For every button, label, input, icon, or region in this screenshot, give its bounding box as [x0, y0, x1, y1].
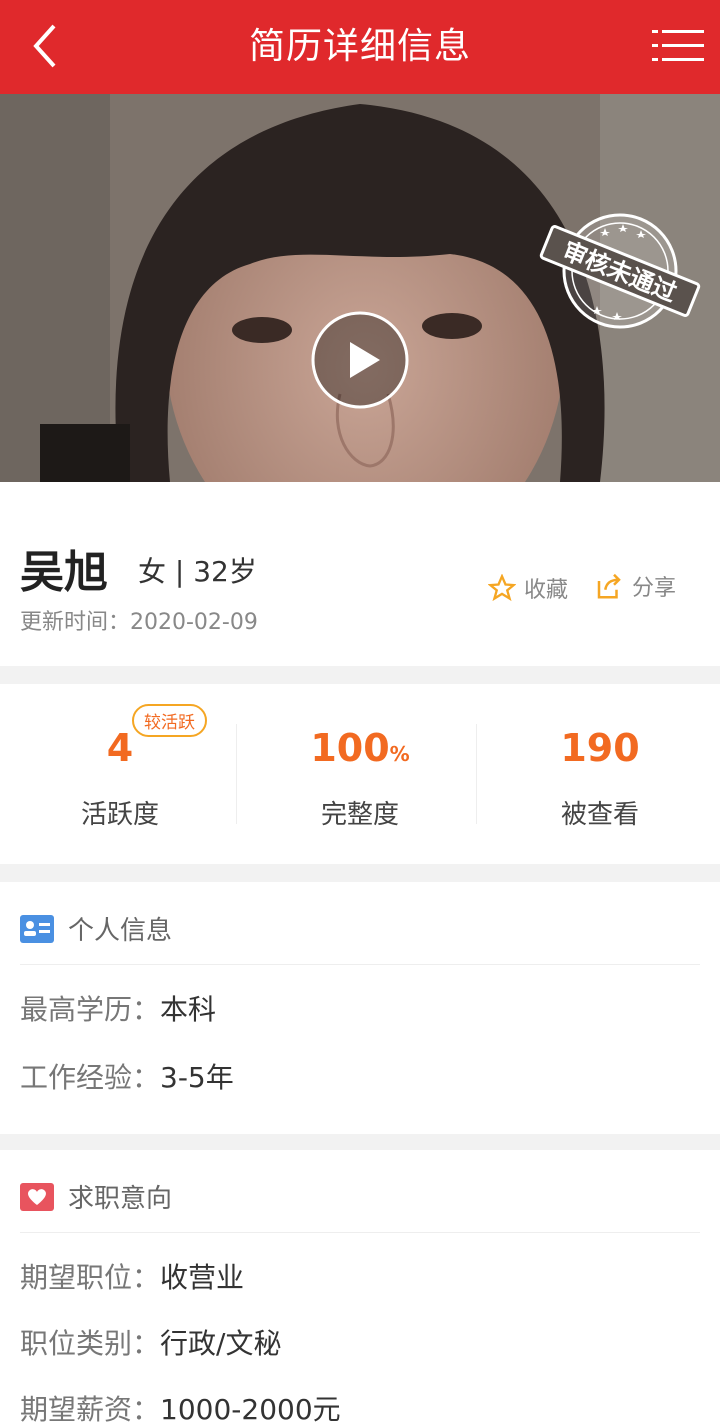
profile-section: 吴旭 女 | 32岁 更新时间：2020-02-09 收藏 分享: [0, 482, 720, 666]
salary-value: 1000-2000元: [160, 1393, 341, 1423]
gender-age: 女 | 32岁: [138, 555, 257, 588]
menu-icon[interactable]: [652, 26, 704, 66]
id-card-icon: [20, 914, 54, 943]
video-preview[interactable]: 审核未通过: [0, 94, 720, 482]
stamp-icon: 审核未通过: [539, 213, 701, 329]
favorite-label: 收藏: [524, 578, 569, 603]
review-failed-stamp: 审核未通过: [535, 206, 705, 336]
stat-divider: [476, 724, 477, 824]
personal-info-card: 个人信息 最高学历：本科 工作经验：3-5年: [0, 882, 720, 1134]
completeness-label: 完整度: [320, 800, 399, 830]
salary-key: 期望薪资：: [20, 1393, 161, 1423]
stat-completeness: 100% 完整度: [240, 684, 480, 864]
activity-label: 活跃度: [80, 800, 159, 830]
play-icon[interactable]: [310, 310, 410, 410]
share-button[interactable]: 分享: [594, 570, 676, 602]
page-title: 简历详细信息: [248, 26, 471, 67]
position-key: 期望职位：: [20, 1261, 161, 1294]
activity-value: 4: [106, 726, 134, 770]
education-key: 最高学历：: [20, 993, 161, 1026]
divider: [20, 1232, 700, 1233]
completeness-unit: %: [389, 742, 410, 766]
salary-row: 期望薪资：1000-2000元: [20, 1388, 341, 1423]
views-label: 被查看: [560, 800, 639, 830]
job-intent-card: 求职意向 期望职位：收营业 职位类别：行政/文秘 期望薪资：1000-2000元: [0, 1150, 720, 1423]
experience-row: 工作经验：3-5年: [20, 1056, 234, 1096]
category-value: 行政/文秘: [160, 1327, 282, 1360]
stats-panel: 4 活跃度 较活跃 100% 完整度 190 被查看: [0, 684, 720, 864]
star-icon: [488, 574, 516, 602]
stat-views: 190 被查看: [480, 684, 720, 864]
experience-key: 工作经验：: [20, 1061, 161, 1094]
share-icon: [597, 573, 621, 599]
personal-info-title: 个人信息: [68, 916, 173, 946]
personal-info-header: 个人信息: [20, 910, 172, 947]
candidate-name: 吴旭: [20, 547, 108, 598]
share-label: 分享: [632, 576, 677, 601]
top-bar: 简历详细信息: [0, 0, 720, 94]
category-row: 职位类别：行政/文秘: [20, 1322, 281, 1362]
stat-divider: [236, 724, 237, 824]
job-intent-header: 求职意向: [20, 1178, 172, 1215]
update-time: 更新时间：2020-02-09: [20, 610, 258, 635]
heart-mail-icon: [20, 1182, 54, 1211]
position-row: 期望职位：收营业: [20, 1256, 244, 1296]
category-key: 职位类别：: [20, 1327, 161, 1360]
experience-value: 3-5年: [160, 1061, 234, 1094]
views-value: 190: [560, 726, 640, 770]
completeness-value: 100%: [310, 726, 410, 770]
job-intent-title: 求职意向: [68, 1184, 173, 1214]
education-value: 本科: [160, 993, 217, 1026]
education-row: 最高学历：本科: [20, 988, 216, 1028]
position-value: 收营业: [160, 1261, 245, 1294]
activity-badge: 较活跃: [132, 704, 207, 737]
divider: [20, 964, 700, 965]
favorite-button[interactable]: 收藏: [488, 572, 568, 604]
